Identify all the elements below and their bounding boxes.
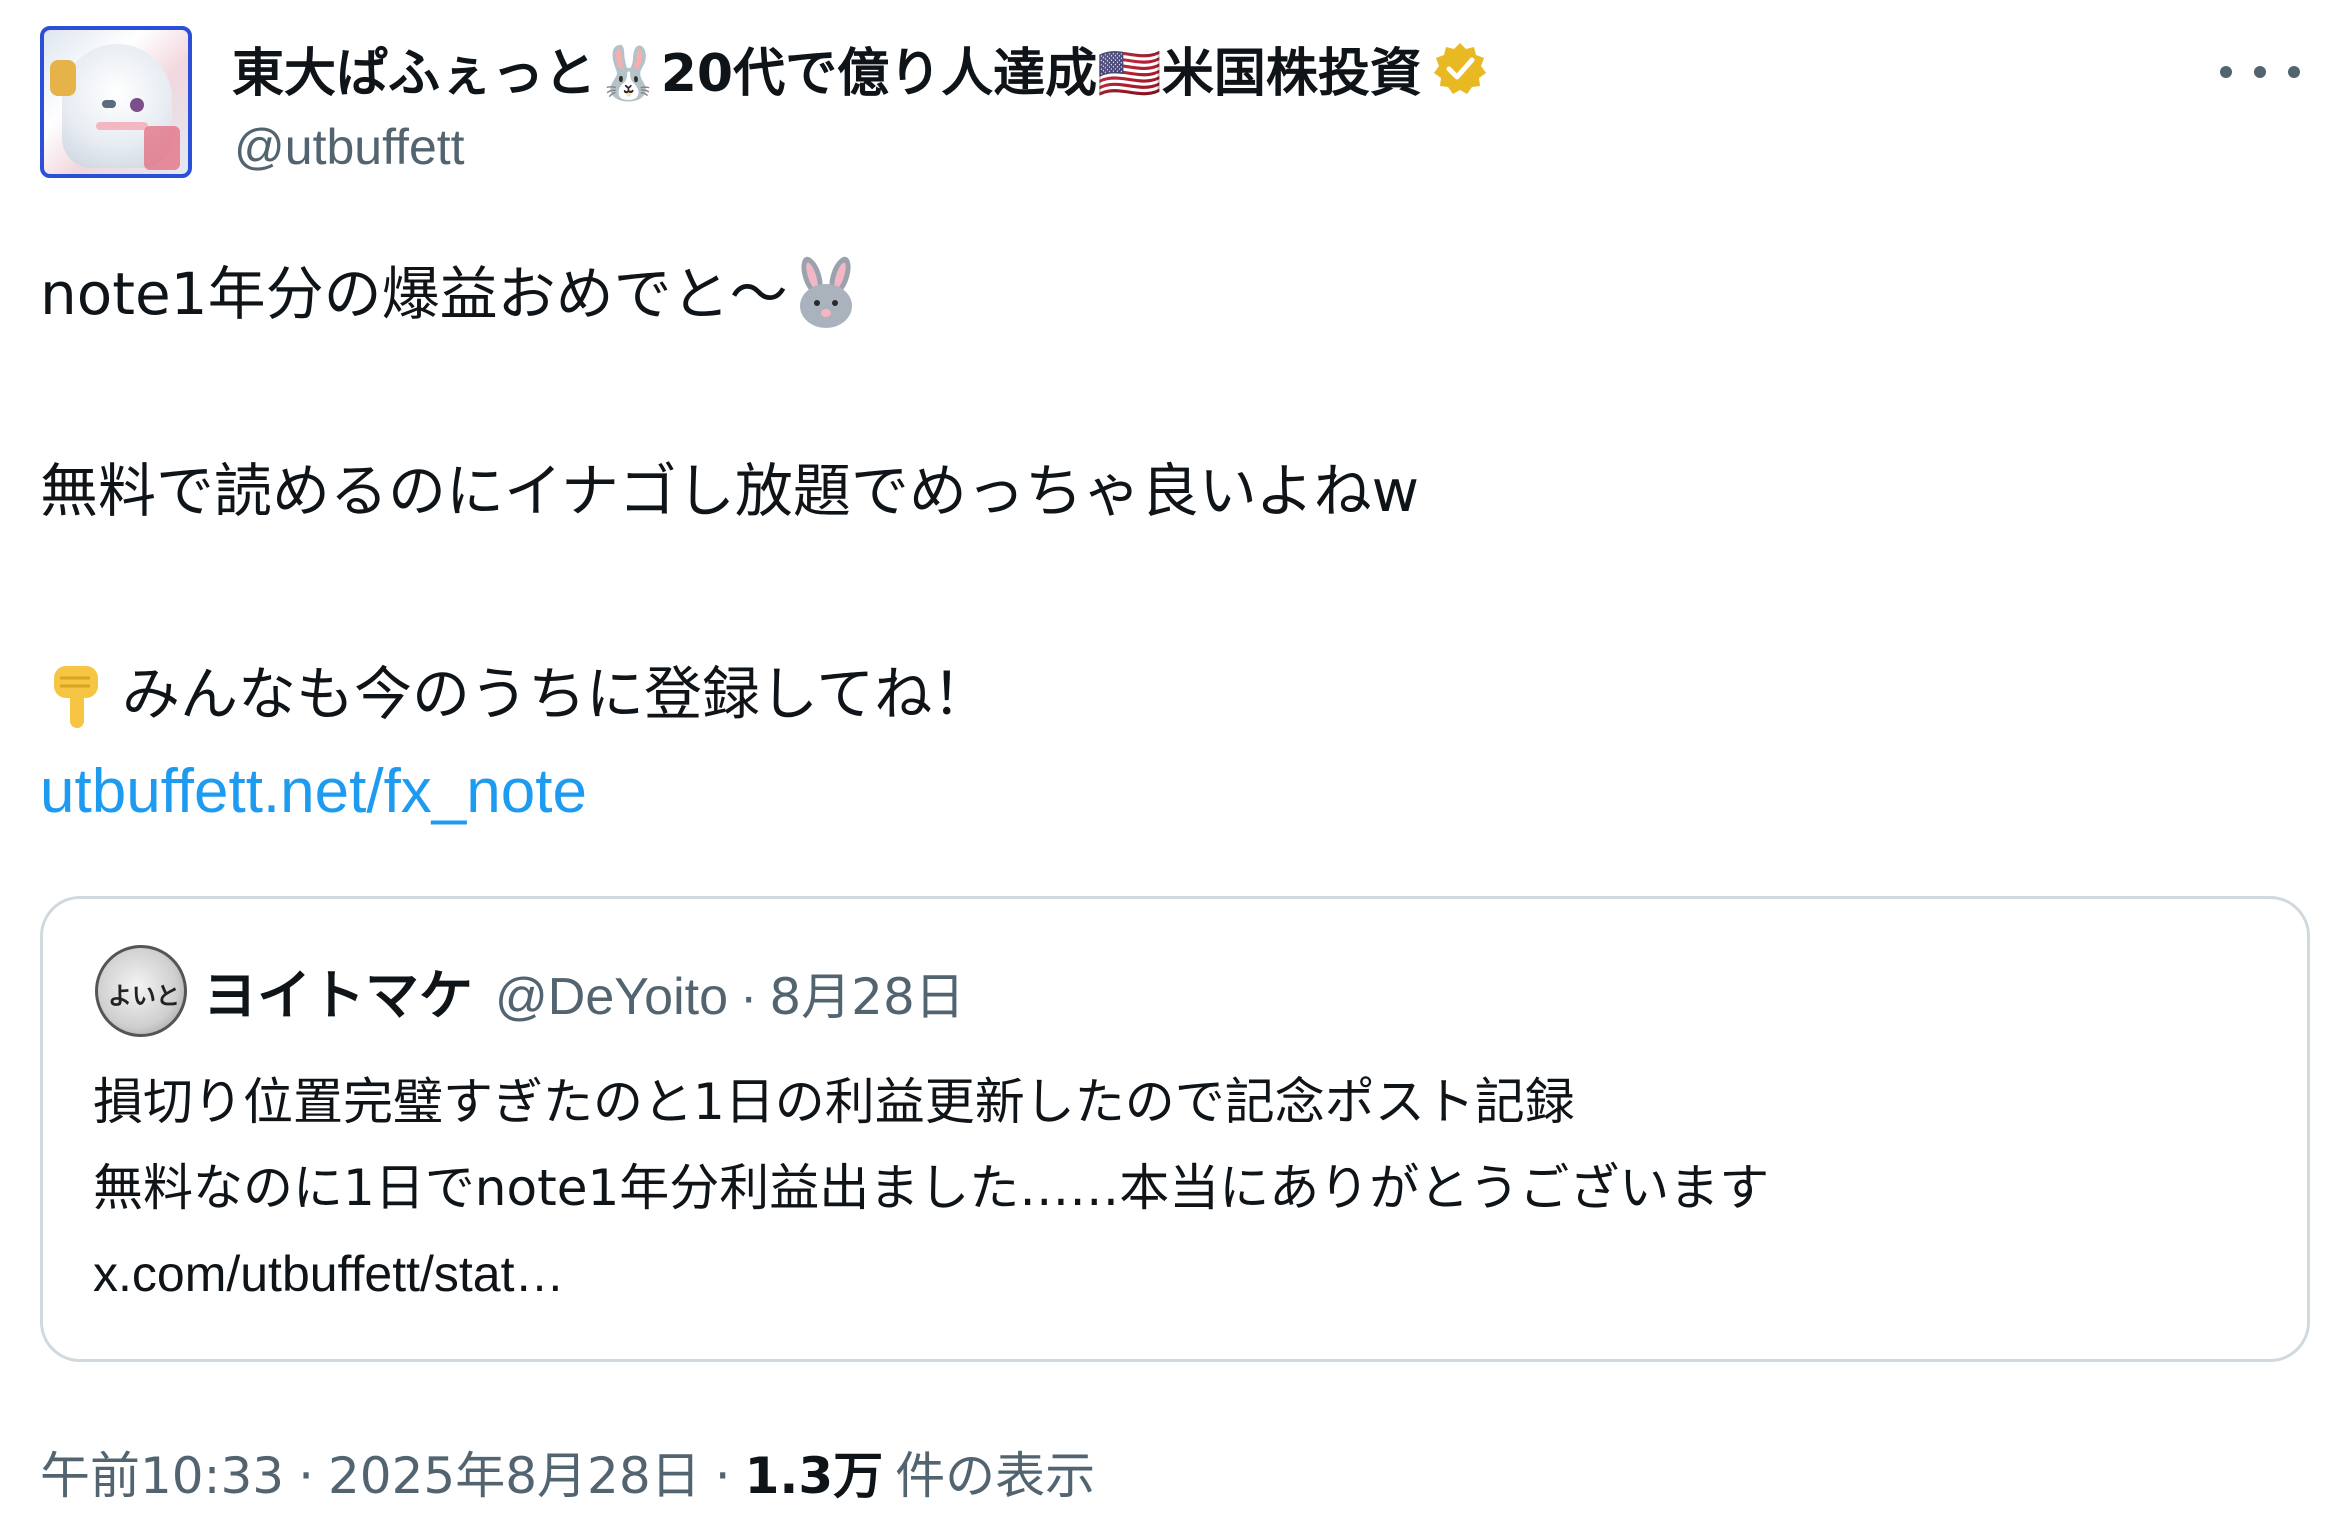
quoted-avatar-text: よいとまけ <box>108 982 184 1010</box>
pointing-down-hand-icon <box>40 656 116 732</box>
avatar-eye-left <box>102 100 116 108</box>
verified-badge-icon[interactable] <box>1432 40 1488 96</box>
quoted-header: ヨイトマケ @DeYoito · 8月28日 <box>203 951 965 1030</box>
quoted-author-name[interactable]: ヨイトマケ <box>203 951 473 1030</box>
tweet-line-3: みんなも今のうちに登録してね！ <box>40 656 990 732</box>
more-dot <box>2254 66 2266 78</box>
author-avatar[interactable] <box>40 26 192 178</box>
tweet-text-line-1: note1年分の爆益おめでと〜 <box>40 260 788 328</box>
quoted-tweet-card[interactable]: よいとまけ ヨイトマケ @DeYoito · 8月28日 損切り位置完璧すぎたの… <box>40 896 2310 1362</box>
tweet-header: 東大ぱふぇっと🐰20代で億り人達成🇺🇸米国株投資 @utbuffett <box>40 26 2300 191</box>
more-dot <box>2288 66 2300 78</box>
quoted-text-line-3: x.com/utbuffett/stat… <box>93 1246 565 1302</box>
tweet-date[interactable]: 2025年8月28日 <box>328 1436 701 1508</box>
tweet-meta: 午前10:33 · 2025年8月28日 · 1.3万 件の表示 <box>40 1436 1095 1508</box>
quoted-text: 損切り位置完璧すぎたのと1日の利益更新したので記念ポスト記録 無料なのに1日でn… <box>93 1059 1769 1317</box>
meta-separator: · <box>298 1447 314 1505</box>
views-count[interactable]: 1.3万 <box>745 1436 884 1508</box>
quoted-date[interactable]: 8月28日 <box>769 957 964 1029</box>
avatar-blush <box>96 122 148 130</box>
avatar-bow <box>50 60 76 96</box>
views-label: 件の表示 <box>895 1447 1096 1505</box>
quoted-author-avatar[interactable]: よいとまけ <box>95 945 187 1037</box>
avatar-eye-right <box>130 98 144 112</box>
quoted-text-line-2: 無料なのに1日でnote1年分利益出ました……本当にありがとうございます <box>93 1159 1770 1217</box>
tweet-link[interactable]: utbuffett.net/fx_note <box>40 756 587 827</box>
rabbit-face-icon <box>788 256 864 332</box>
author-display-name[interactable]: 東大ぱふぇっと🐰20代で億り人達成🇺🇸米国株投資 <box>232 31 1422 106</box>
avatar-ribbon <box>144 126 180 170</box>
meta-separator: · <box>714 1447 731 1505</box>
quoted-separator: · <box>740 968 758 1026</box>
tweet-text-line-2: 無料で読めるのにイナゴし放題でめっちゃ良いよねw <box>40 457 1420 525</box>
tweet-text-line-3: みんなも今のうちに登録してね！ <box>122 660 991 728</box>
tweet-time[interactable]: 午前10:33 <box>40 1436 284 1508</box>
tweet-line-1: note1年分の爆益おめでと〜 <box>40 256 864 332</box>
author-name-row: 東大ぱふぇっと🐰20代で億り人達成🇺🇸米国株投資 <box>232 30 1488 106</box>
author-handle[interactable]: @utbuffett <box>234 118 465 176</box>
quoted-text-line-1: 損切り位置完璧すぎたのと1日の利益更新したので記念ポスト記録 <box>93 1073 1575 1131</box>
quoted-author-handle[interactable]: @DeYoito <box>495 967 728 1027</box>
more-options-icon[interactable] <box>2220 52 2300 92</box>
more-dot <box>2220 66 2232 78</box>
